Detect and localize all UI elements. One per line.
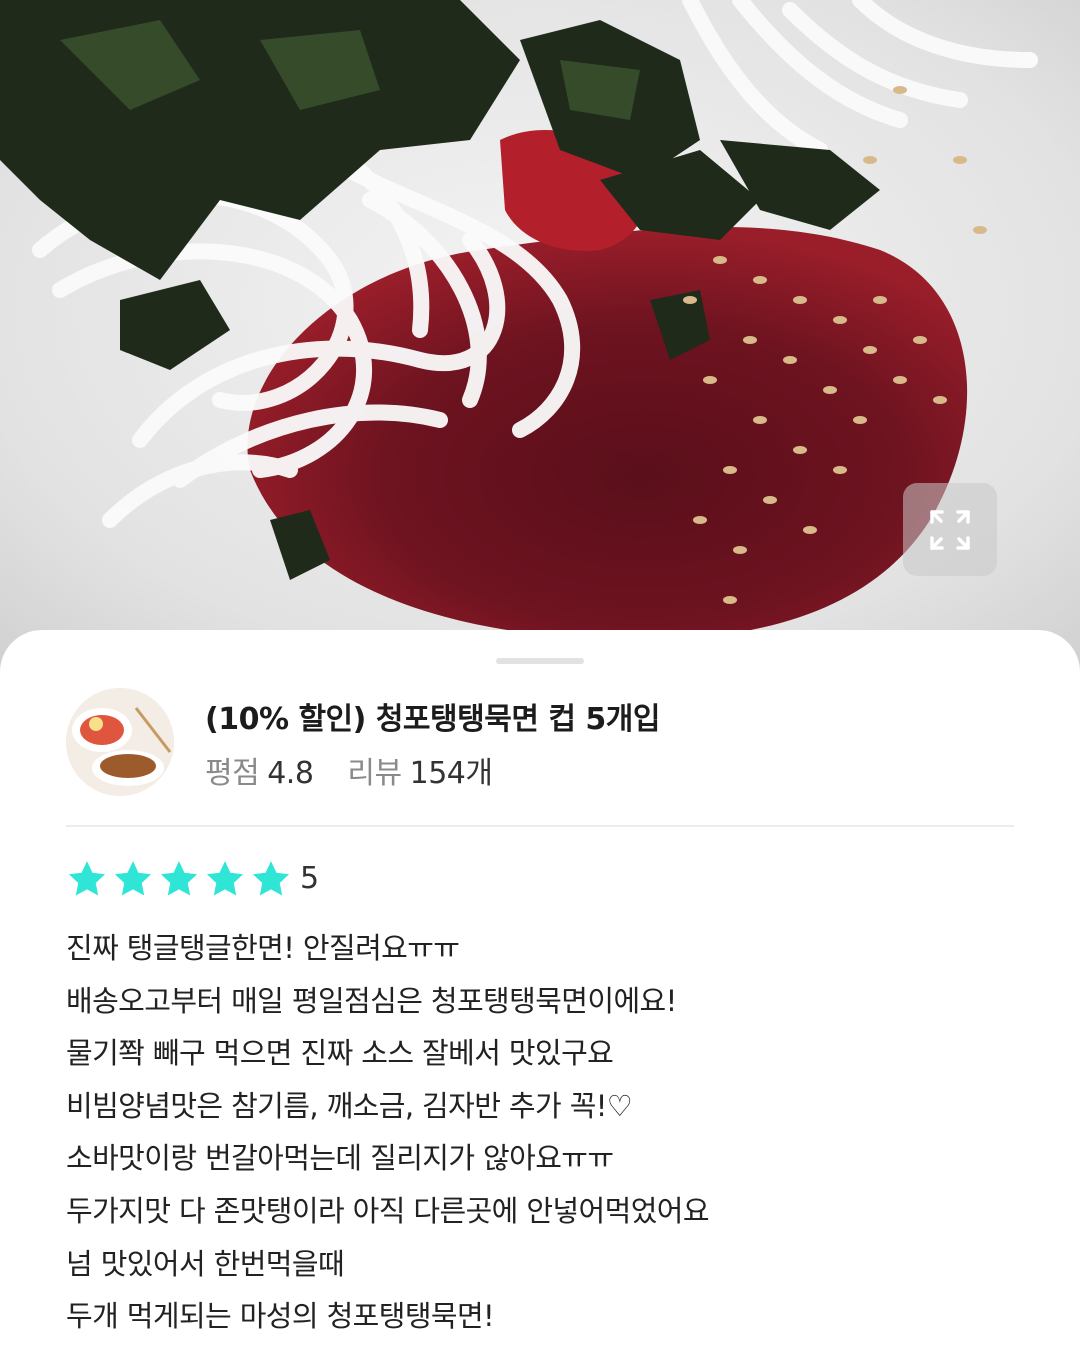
star-icon [68, 861, 106, 896]
review-line: 넘 맛있어서 한번먹을때 [66, 1246, 345, 1281]
star-icon [206, 861, 244, 896]
product-thumbnail[interactable] [66, 688, 174, 796]
review-count: 154개 [409, 756, 493, 791]
review-sheet: (10% 할인) 청포탱탱묵면 컵 5개입 평점 4.8 리뷰 154개 5 진짜 탱… [0, 630, 1080, 1350]
star-icon [160, 861, 198, 896]
review-label: 리뷰 [347, 756, 402, 791]
review-photo[interactable] [0, 0, 1080, 680]
expand-icon [930, 509, 970, 550]
review-line: 진짜 탱글탱글한면! 안질려요ㅠㅠ [66, 931, 460, 965]
product-meta: 평점 4.8 리뷰 154개 [205, 748, 493, 792]
review-score: 5 [300, 861, 320, 896]
product-thumbnail-image [66, 688, 174, 796]
review-line: 두개 먹게되는 마성의 청포탱탱묵면! [66, 1299, 495, 1334]
review-line: 비빔양념맛은 참기름, 깨소금, 김자반 추가 꼭!♡ [66, 1088, 633, 1123]
divider [66, 825, 1014, 827]
expand-image-button[interactable] [903, 483, 997, 576]
review-text: 진짜 탱글탱글한면! 안질려요ㅠㅠ 배송오고부터 매일 평일점심은 청포탱탱묵면… [66, 922, 1026, 1343]
rating-value: 4.8 [267, 756, 314, 791]
rating-label: 평점 [205, 756, 260, 791]
product-title[interactable]: (10% 할인) 청포탱탱묵면 컵 5개입 [205, 694, 660, 738]
noodle-photo-illustration [0, 0, 1080, 680]
review-line: 물기쫙 빼구 먹으면 진짜 소스 잘베서 맛있구요 [66, 1036, 614, 1071]
review-line: 두가지맛 다 존맛탱이라 아직 다른곳에 안넣어먹었어요 [66, 1193, 710, 1228]
review-line: 배송오고부터 매일 평일점심은 청포탱탱묵면이에요! [66, 983, 677, 1018]
star-rating: 5 [66, 858, 319, 900]
sheet-drag-handle[interactable] [496, 658, 584, 664]
star-icon [252, 861, 290, 896]
review-line: 소바맛이랑 번갈아먹는데 질리지가 않아요ㅠㅠ [66, 1141, 614, 1176]
star-icon [114, 861, 152, 896]
